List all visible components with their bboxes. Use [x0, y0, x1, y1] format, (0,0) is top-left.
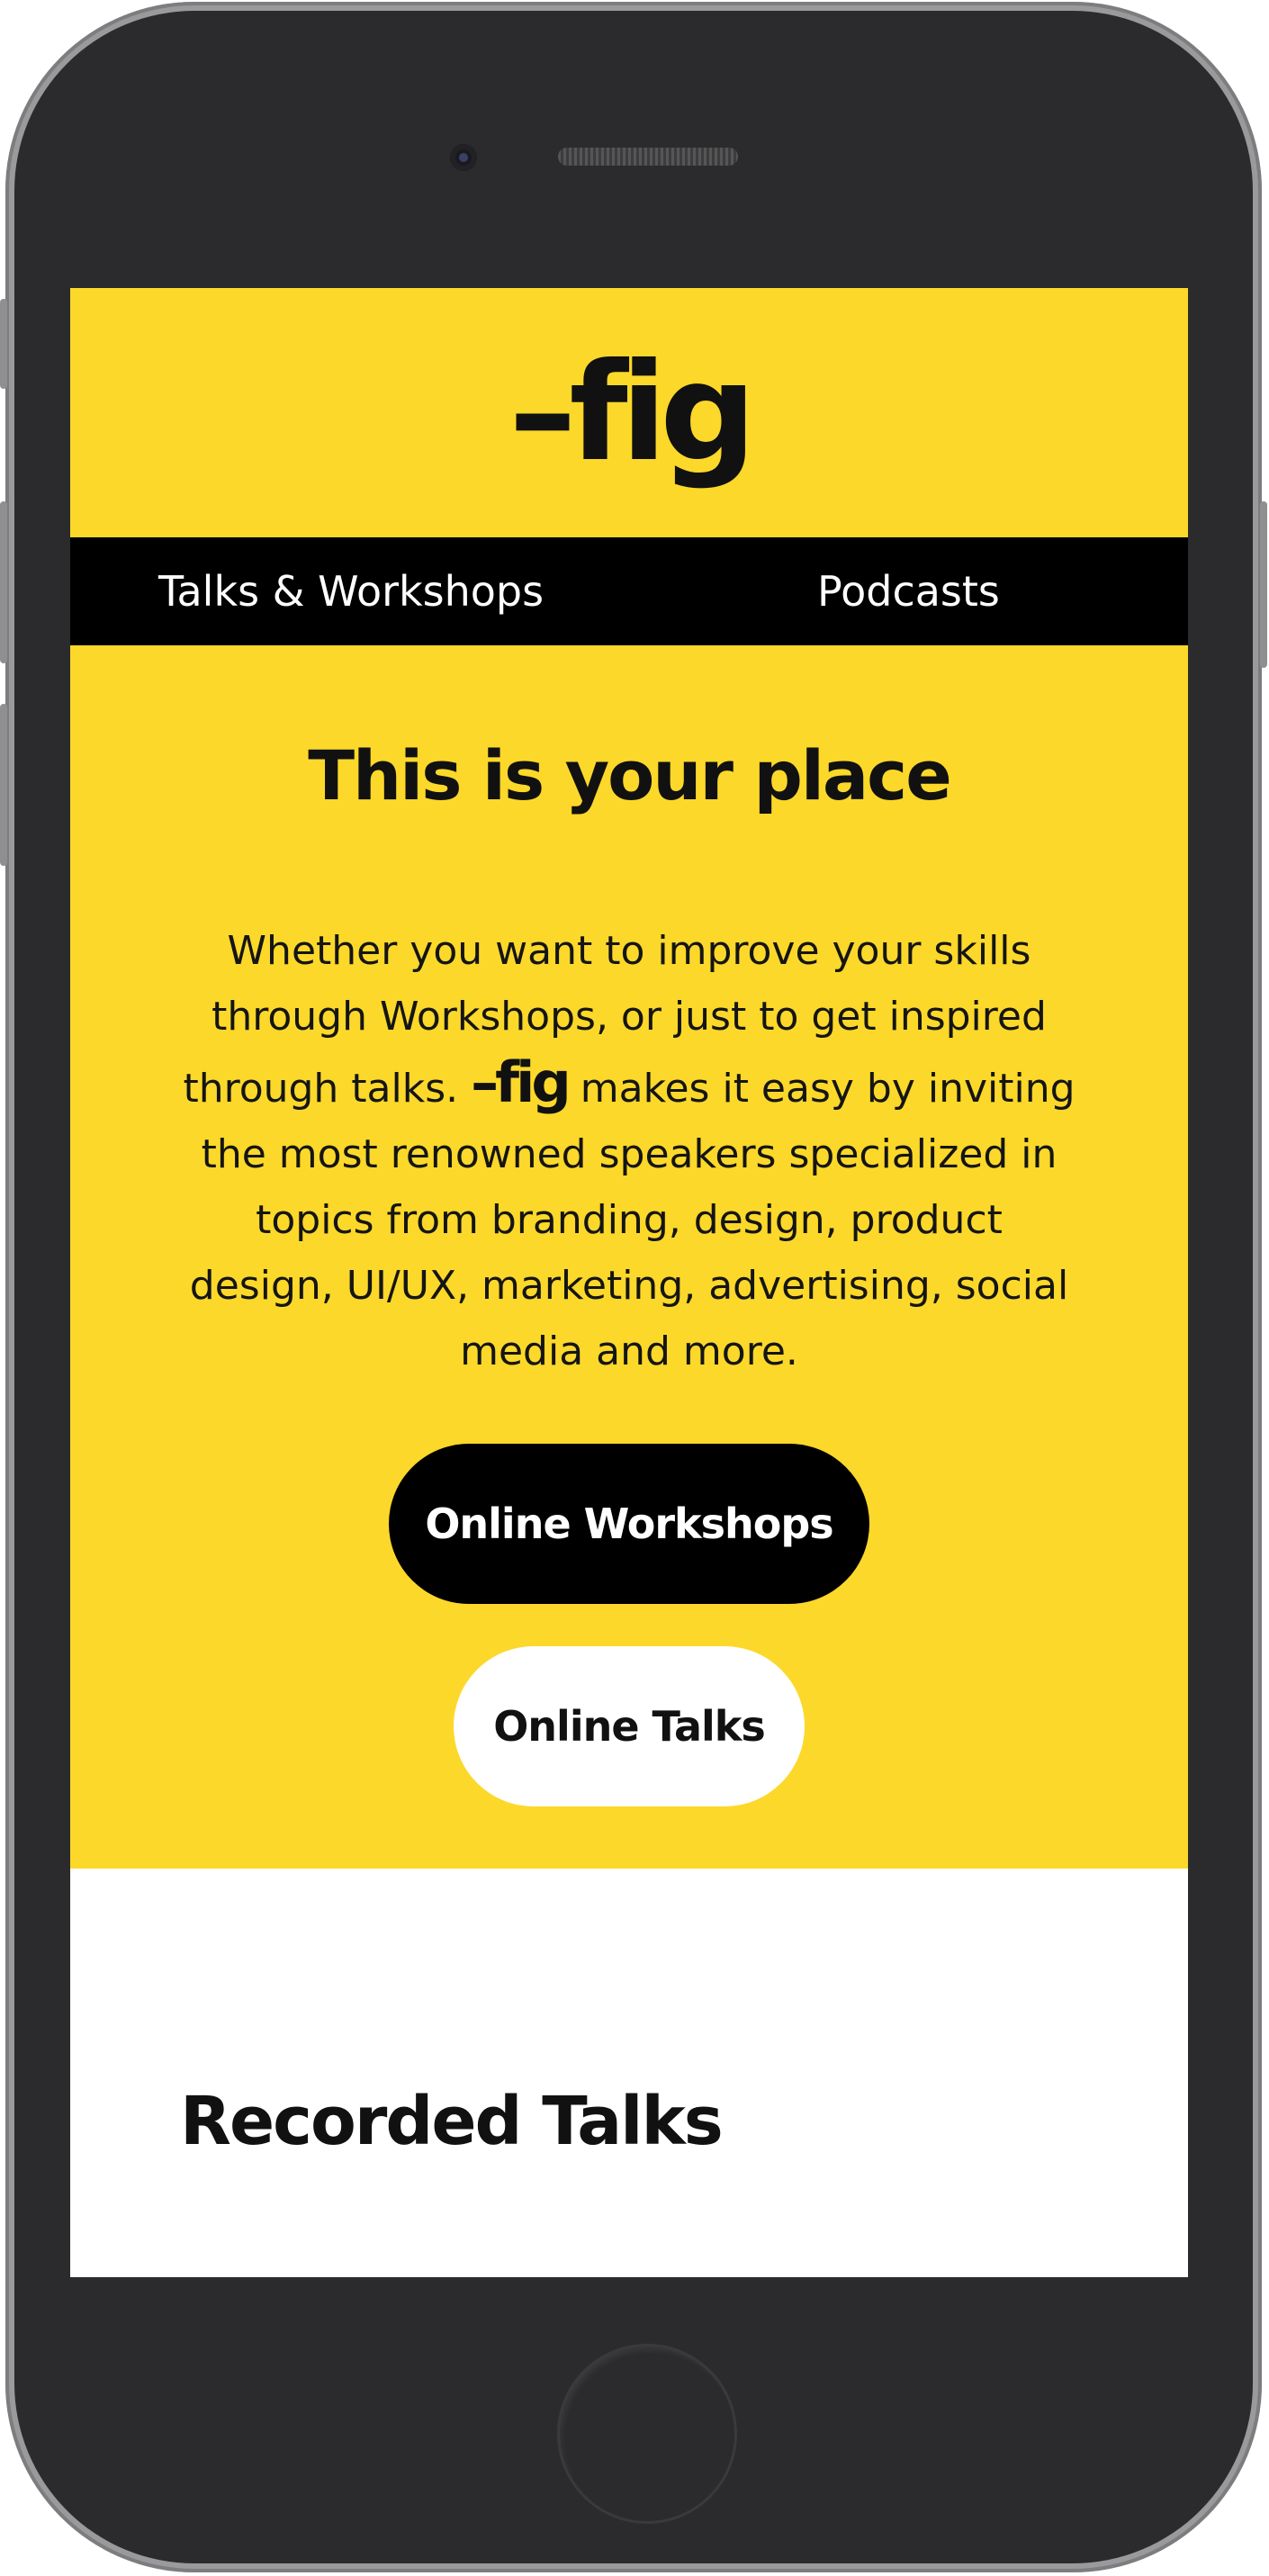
hero-section: This is your place Whether you want to i… [70, 645, 1188, 1869]
nav-item-podcasts[interactable]: Podcasts [817, 567, 1000, 616]
hero-title: This is your place [308, 735, 952, 815]
logo-bar: –fig [70, 288, 1188, 537]
hero-text-after: makes it easy by inviting the most renow… [189, 1066, 1076, 1374]
volume-up-button [0, 501, 7, 663]
earpiece-speaker [558, 148, 738, 166]
online-workshops-button[interactable]: Online Workshops [389, 1444, 869, 1604]
volume-down-button [0, 704, 7, 866]
power-button [1260, 501, 1267, 668]
recorded-talks-section: Recorded Talks [70, 1869, 1188, 2277]
front-camera [450, 144, 477, 171]
inline-fig-logo: –fig [471, 1049, 572, 1115]
silent-switch [0, 299, 7, 389]
screen: –fig Talks & Workshops Podcasts This is … [70, 288, 1188, 2277]
nav-item-talks-workshops[interactable]: Talks & Workshops [158, 567, 544, 616]
online-talks-button[interactable]: Online Talks [454, 1646, 805, 1806]
hero-description: Whether you want to improve your skills … [178, 918, 1080, 1384]
fig-logo[interactable]: –fig [508, 346, 756, 481]
recorded-talks-title: Recorded Talks [180, 2083, 724, 2160]
home-button[interactable] [557, 2344, 737, 2524]
main-nav: Talks & Workshops Podcasts [70, 537, 1188, 645]
